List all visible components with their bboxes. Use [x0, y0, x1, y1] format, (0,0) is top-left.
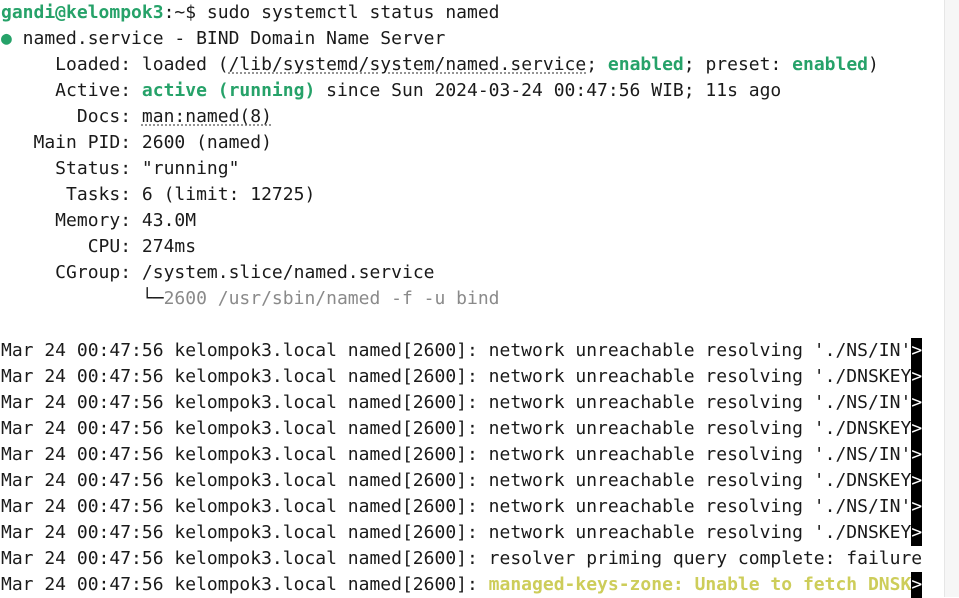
prompt-line: gandi@kelompok3:~$ sudo systemctl status…: [1, 0, 937, 26]
log-prefix: Mar 24 00:47:56 kelompok3.local named[26…: [1, 522, 489, 543]
log-message: network unreachable resolving './DNSKEY: [488, 522, 912, 543]
pid-label: Main PID:: [1, 132, 142, 153]
preset-label: ; preset:: [683, 54, 793, 75]
tasks-line: Tasks: 6 (limit: 12725): [1, 182, 937, 208]
loaded-path-link[interactable]: /lib/systemd/system/named.service: [229, 54, 587, 75]
log-line: Mar 24 00:47:56 kelompok3.local named[26…: [1, 442, 937, 468]
log-prefix: Mar 24 00:47:56 kelompok3.local named[26…: [1, 418, 489, 439]
cpu-line: CPU: 274ms: [1, 234, 937, 260]
tasks-value: 6 (limit: 12725): [141, 184, 316, 205]
pid-value: 2600 (named): [141, 132, 272, 153]
log-line: Mar 24 00:47:56 kelompok3.local named[26…: [1, 416, 937, 442]
truncation-marker-icon: >: [911, 520, 923, 546]
truncation-marker-icon: >: [911, 468, 923, 494]
docs-line: Docs: man:named(8): [1, 104, 937, 130]
truncation-marker-icon: >: [911, 494, 923, 520]
tasks-label: Tasks:: [1, 184, 142, 205]
log-prefix: Mar 24 00:47:56 kelompok3.local named[26…: [1, 470, 489, 491]
truncation-marker-icon: >: [911, 416, 923, 442]
loaded-line: Loaded: loaded (/lib/systemd/system/name…: [1, 52, 937, 78]
active-state: active (running): [141, 80, 316, 101]
docs-label: Docs:: [1, 106, 142, 127]
status-dot-icon: ●: [1, 28, 12, 49]
log-line: Mar 24 00:47:56 kelompok3.local named[26…: [1, 364, 937, 390]
memory-label: Memory:: [1, 210, 142, 231]
truncation-marker-icon: >: [911, 364, 923, 390]
unit-header-text: named.service - BIND Domain Name Server: [11, 28, 446, 49]
cpu-label: CPU:: [1, 236, 142, 257]
truncation-marker-icon: >: [911, 572, 923, 598]
cgroup-process: 2600 /usr/sbin/named -f -u bind: [163, 288, 500, 309]
log-line: Mar 24 00:47:56 kelompok3.local named[26…: [1, 572, 937, 598]
loaded-sep: ;: [586, 54, 608, 75]
log-line: Mar 24 00:47:56 kelompok3.local named[26…: [1, 338, 937, 364]
enabled-state: enabled: [607, 54, 684, 75]
active-label: Active:: [1, 80, 142, 101]
log-line: Mar 24 00:47:56 kelompok3.local named[26…: [1, 468, 937, 494]
truncation-marker-icon: >: [911, 338, 923, 364]
pid-line: Main PID: 2600 (named): [1, 130, 937, 156]
cgroup-value: /system.slice/named.service: [141, 262, 435, 283]
status-label: Status:: [1, 158, 142, 179]
status-line: Status: "running": [1, 156, 937, 182]
log-line: Mar 24 00:47:56 kelompok3.local named[26…: [1, 546, 937, 572]
memory-line: Memory: 43.0M: [1, 208, 937, 234]
log-message: network unreachable resolving './NS/IN': [488, 392, 912, 413]
active-since: since Sun 2024-03-24 00:47:56 WIB; 11s a…: [315, 80, 782, 101]
active-line: Active: active (running) since Sun 2024-…: [1, 78, 937, 104]
log-prefix: Mar 24 00:47:56 kelompok3.local named[26…: [1, 496, 489, 517]
status-value: "running": [141, 158, 240, 179]
loaded-prefix: loaded (: [141, 54, 229, 75]
truncation-marker-icon: >: [911, 442, 923, 468]
log-message: network unreachable resolving './DNSKEY: [488, 418, 912, 439]
journal-log: Mar 24 00:47:56 kelompok3.local named[26…: [1, 338, 937, 598]
log-message: network unreachable resolving './NS/IN': [488, 496, 912, 517]
log-message: resolver priming query complete: failure: [488, 548, 923, 569]
memory-value: 43.0M: [141, 210, 197, 231]
log-line: Mar 24 00:47:56 kelompok3.local named[26…: [1, 520, 937, 546]
log-message: managed-keys-zone: Unable to fetch DNSK: [488, 574, 912, 595]
cgroup-tree-line: └─2600 /usr/sbin/named -f -u bind: [1, 286, 937, 312]
terminal-output[interactable]: gandi@kelompok3:~$ sudo systemctl status…: [1, 0, 937, 598]
log-message: network unreachable resolving './DNSKEY: [488, 366, 912, 387]
preset-state: enabled: [792, 54, 868, 75]
loaded-close: ): [868, 54, 879, 75]
log-prefix: Mar 24 00:47:56 kelompok3.local named[26…: [1, 574, 489, 595]
command-text: sudo systemctl status named: [206, 2, 500, 23]
loaded-label: Loaded:: [1, 54, 142, 75]
log-prefix: Mar 24 00:47:56 kelompok3.local named[26…: [1, 548, 489, 569]
prompt-user-host: gandi@kelompok3: [1, 2, 164, 23]
unit-header: ● named.service - BIND Domain Name Serve…: [1, 26, 937, 52]
cgroup-label: CGroup:: [1, 262, 142, 283]
tree-branch-icon: └─: [1, 288, 164, 309]
log-line: Mar 24 00:47:56 kelompok3.local named[26…: [1, 390, 937, 416]
prompt-path: :~$: [163, 2, 207, 23]
log-prefix: Mar 24 00:47:56 kelompok3.local named[26…: [1, 444, 489, 465]
log-prefix: Mar 24 00:47:56 kelompok3.local named[26…: [1, 392, 489, 413]
log-message: network unreachable resolving './NS/IN': [488, 340, 912, 361]
log-prefix: Mar 24 00:47:56 kelompok3.local named[26…: [1, 340, 489, 361]
truncation-marker-icon: >: [911, 390, 923, 416]
cgroup-line: CGroup: /system.slice/named.service: [1, 260, 937, 286]
log-line: Mar 24 00:47:56 kelompok3.local named[26…: [1, 494, 937, 520]
scrollbar[interactable]: [944, 0, 959, 597]
log-message: network unreachable resolving './NS/IN': [488, 444, 912, 465]
cpu-value: 274ms: [141, 236, 197, 257]
log-message: network unreachable resolving './DNSKEY: [488, 470, 912, 491]
docs-link[interactable]: man:named(8): [142, 106, 272, 127]
log-prefix: Mar 24 00:47:56 kelompok3.local named[26…: [1, 366, 489, 387]
